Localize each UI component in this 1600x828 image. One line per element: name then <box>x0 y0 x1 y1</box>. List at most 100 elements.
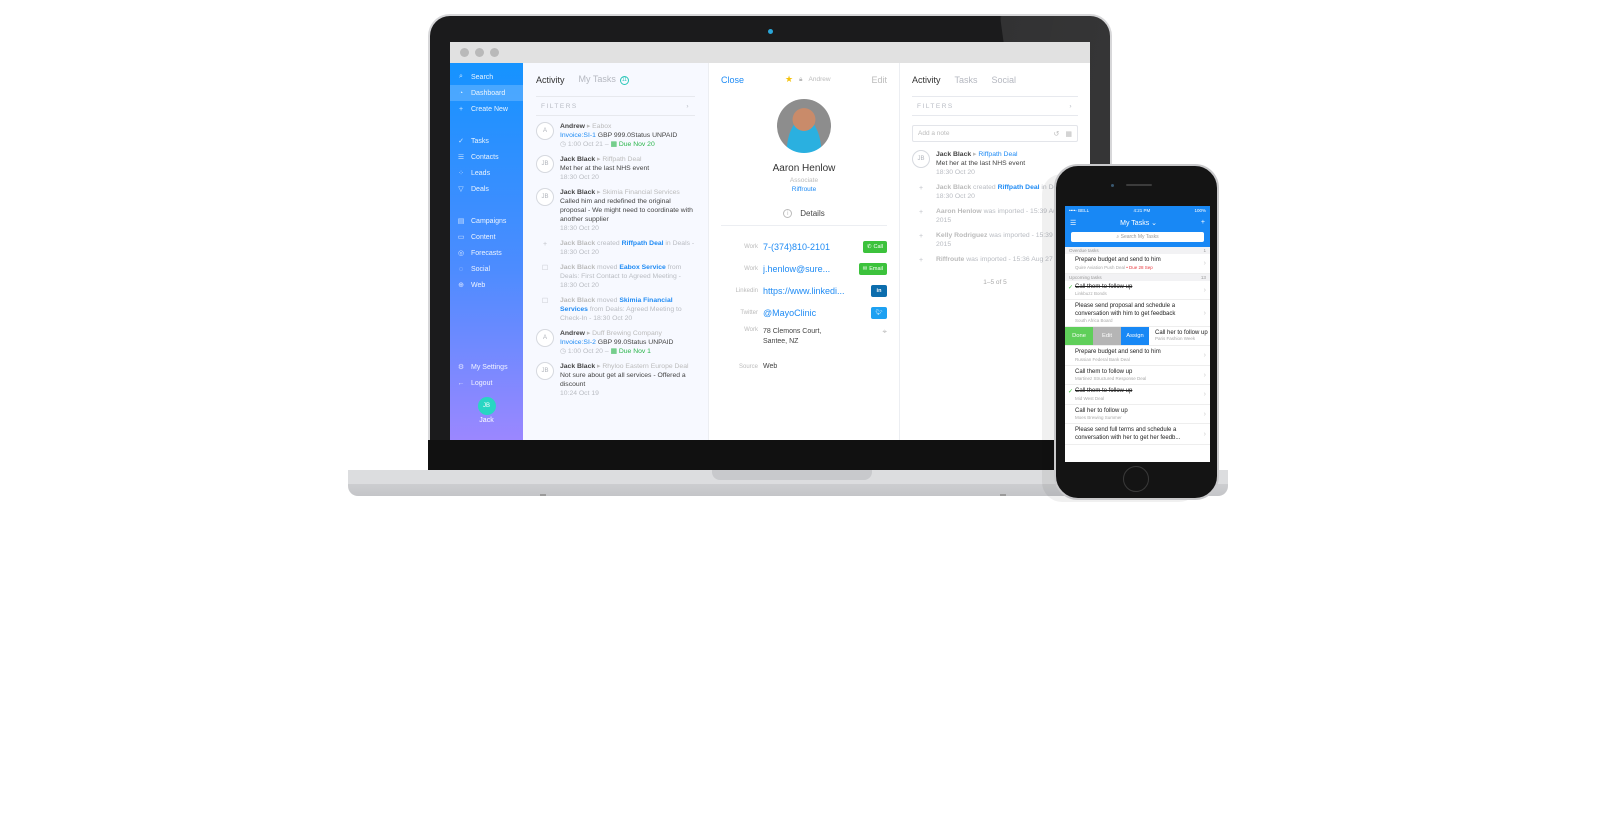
linkedin-link[interactable]: https://www.linkedi... <box>763 286 871 296</box>
star-icon[interactable]: ★ <box>785 74 793 85</box>
search-placeholder: Search My Tasks <box>1120 234 1159 240</box>
avatar: A <box>536 122 554 140</box>
twitter-link[interactable]: @MayoClinic <box>763 308 871 318</box>
clock-icon: ◷ <box>560 348 568 355</box>
plus-icon: + <box>458 105 464 113</box>
task-item[interactable]: Please send proposal and schedule a conv… <box>1065 300 1210 327</box>
filters-bar[interactable]: FILTERS › <box>536 96 695 116</box>
task-item[interactable]: ✓ Call them to follow up Linkbuzz Bonds › <box>1065 281 1210 300</box>
tab-tasks[interactable]: Tasks <box>955 75 978 85</box>
sidebar-item-dashboard[interactable]: ◔ Dashboard <box>450 85 523 101</box>
sidebar-item-label: Web <box>471 281 486 289</box>
check-icon: ✓ <box>458 138 464 145</box>
deal-link[interactable]: Riffpath Deal <box>998 184 1040 191</box>
feed-meta: 10:24 Oct 19 <box>560 389 695 398</box>
feed-item[interactable]: A Andrew ▸ Duff Brewing Company Invoice:SI… <box>536 329 695 356</box>
phone-link[interactable]: 7-(374)810-2101 <box>763 242 863 252</box>
context-name: Eabox <box>592 123 612 130</box>
feed-item-body: Jack Black moved Eabox Service from Deal… <box>560 263 695 290</box>
call-button[interactable]: ✆ Call <box>862 241 887 253</box>
feed-item[interactable]: ☐ Jack Black moved Skimia Financial Servi… <box>536 296 695 323</box>
tab-my-tasks[interactable]: My Tasks 11 <box>579 74 629 85</box>
sidebar-item-web[interactable]: ⊕ Web <box>450 277 523 293</box>
deal-link[interactable]: Riffpath Deal <box>978 151 1017 158</box>
user-avatar[interactable]: JB <box>477 397 496 415</box>
invoice-link[interactable]: Invoice:SI-1 <box>560 132 596 139</box>
tab-social[interactable]: Social <box>992 75 1017 85</box>
linkedin-icon: in <box>876 288 882 294</box>
tab-activity[interactable]: Activity <box>912 75 941 85</box>
feed-item[interactable]: ☐ Jack Black moved Eabox Service from Dea… <box>536 263 695 290</box>
feed-line: Jack Black moved Skimia Financial Servic… <box>560 296 695 323</box>
task-deal: Martinez Structured Response Deal <box>1075 376 1147 381</box>
history-icon[interactable]: ↺ <box>1054 130 1060 138</box>
task-item[interactable]: ✓ Call them to follow up Mid West Deal › <box>1065 385 1210 405</box>
feed-item[interactable]: + Jack Black created Riffpath Deal in Dea… <box>536 239 695 257</box>
author-name: Jack Black <box>560 156 596 163</box>
contact-company-link[interactable]: Riffroute <box>721 186 887 193</box>
sidebar-item-my-settings[interactable]: ⚙ My Settings <box>450 359 523 375</box>
invoice-link[interactable]: Invoice:SI-2 <box>560 339 596 346</box>
task-subtitle: Russian Federal Bank Deal <box>1075 357 1204 363</box>
twitter-button[interactable]: 🐦︎ <box>871 307 887 319</box>
feed-item[interactable]: A Andrew ▸ Eabox Invoice:SI-1 GBP 999.0Sta… <box>536 122 695 149</box>
deal-link[interactable]: Riffpath Deal <box>622 240 664 247</box>
deal-link[interactable]: Eabox Service <box>619 264 665 271</box>
add-note-input[interactable]: Add a note ↺ ▦ <box>912 125 1078 142</box>
feed-item-body: Jack Black created Riffpath Deal in Deal… <box>560 239 695 257</box>
plus-icon[interactable]: + <box>1201 219 1205 226</box>
task-item[interactable]: Please send full terms and schedule a co… <box>1065 424 1210 445</box>
task-item[interactable]: Call her to follow up Paris Fashion Week <box>1149 327 1210 345</box>
tab-activity[interactable]: Activity <box>536 75 565 85</box>
task-deal: Mid West Deal <box>1075 395 1105 401</box>
sidebar-item-campaigns[interactable]: ▤ Campaigns <box>450 213 523 229</box>
map-pin-icon[interactable]: ⌖ <box>882 327 887 337</box>
window-close-button[interactable] <box>460 48 469 57</box>
feed-line: Jack Black ▸ Skimia Financial Services <box>560 188 695 197</box>
linkedin-button[interactable]: in <box>871 285 887 297</box>
note-placeholder: Add a note <box>918 130 950 137</box>
feed-item[interactable]: JB Jack Black ▸ Riffpath Deal Met her at t… <box>912 150 1078 177</box>
sidebar-item-forecasts[interactable]: ◎ Forecasts <box>450 245 523 261</box>
window-maximize-button[interactable] <box>490 48 499 57</box>
sidebar-item-leads[interactable]: ⁘ Leads <box>450 165 523 181</box>
search-tasks-input[interactable]: ⌕ Search My Tasks <box>1071 232 1204 242</box>
event-verb: moved <box>595 297 620 304</box>
sidebar-item-content[interactable]: ▭ Content <box>450 229 523 245</box>
screen-title[interactable]: My Tasks ⌄ <box>1120 219 1157 227</box>
chevron-right-icon: › <box>1203 431 1206 438</box>
close-button[interactable]: Close <box>721 75 744 85</box>
sidebar-item-label: My Settings <box>471 363 508 371</box>
assign-button[interactable]: Assign <box>1121 327 1149 345</box>
feed-item-body: Jack Black moved Skimia Financial Servic… <box>560 296 695 323</box>
done-button[interactable]: Done <box>1065 327 1093 345</box>
task-item[interactable]: Call her to follow up Moes Brewing Summer… <box>1065 405 1210 424</box>
menu-icon[interactable]: ☰ <box>1070 219 1076 227</box>
avatar: JB <box>536 188 554 206</box>
sidebar-item-contacts[interactable]: ☰ Contacts <box>450 149 523 165</box>
task-item[interactable]: Call them to follow up Martinez Structure… <box>1065 366 1210 385</box>
feed-item[interactable]: JB Jack Black ▸ Rhyloo Eastern Europe Dea… <box>536 362 695 398</box>
task-item[interactable]: Prepare budget and send to him Russian Fe… <box>1065 346 1210 366</box>
feed-item[interactable]: JB Jack Black ▸ Skimia Financial Services… <box>536 188 695 233</box>
task-item[interactable]: Prepare budget and send to him Quire Avia… <box>1065 254 1210 274</box>
phone-row: Work 7-(374)810-2101 ✆ Call <box>721 236 887 258</box>
feed-line: Jack Black ▸ Riffpath Deal <box>936 150 1078 159</box>
email-button[interactable]: ✉ Email <box>858 263 887 275</box>
sidebar-item-deals[interactable]: ▽ Deals <box>450 181 523 197</box>
edit-button[interactable]: Edit <box>871 75 887 85</box>
context-name: Skimia Financial Services <box>602 189 680 196</box>
email-link[interactable]: j.henlow@sure... <box>763 264 859 274</box>
sidebar-item-social[interactable]: ◌ Social <box>450 261 523 277</box>
sidebar-item-search[interactable]: ⌕ Search <box>450 69 523 85</box>
field-label: Source <box>738 364 758 370</box>
home-button[interactable] <box>1123 466 1149 492</box>
sidebar-item-create-new[interactable]: + Create New <box>450 101 523 117</box>
calendar-icon[interactable]: ▦ <box>1065 130 1072 138</box>
filters-bar[interactable]: FILTERS › <box>912 96 1078 116</box>
feed-item[interactable]: JB Jack Black ▸ Riffpath Deal Met her at t… <box>536 155 695 182</box>
sidebar-item-tasks[interactable]: ✓ Tasks <box>450 133 523 149</box>
window-minimize-button[interactable] <box>475 48 484 57</box>
sidebar-item-logout[interactable]: ← Logout <box>450 375 523 391</box>
edit-button[interactable]: Edit <box>1093 327 1121 345</box>
